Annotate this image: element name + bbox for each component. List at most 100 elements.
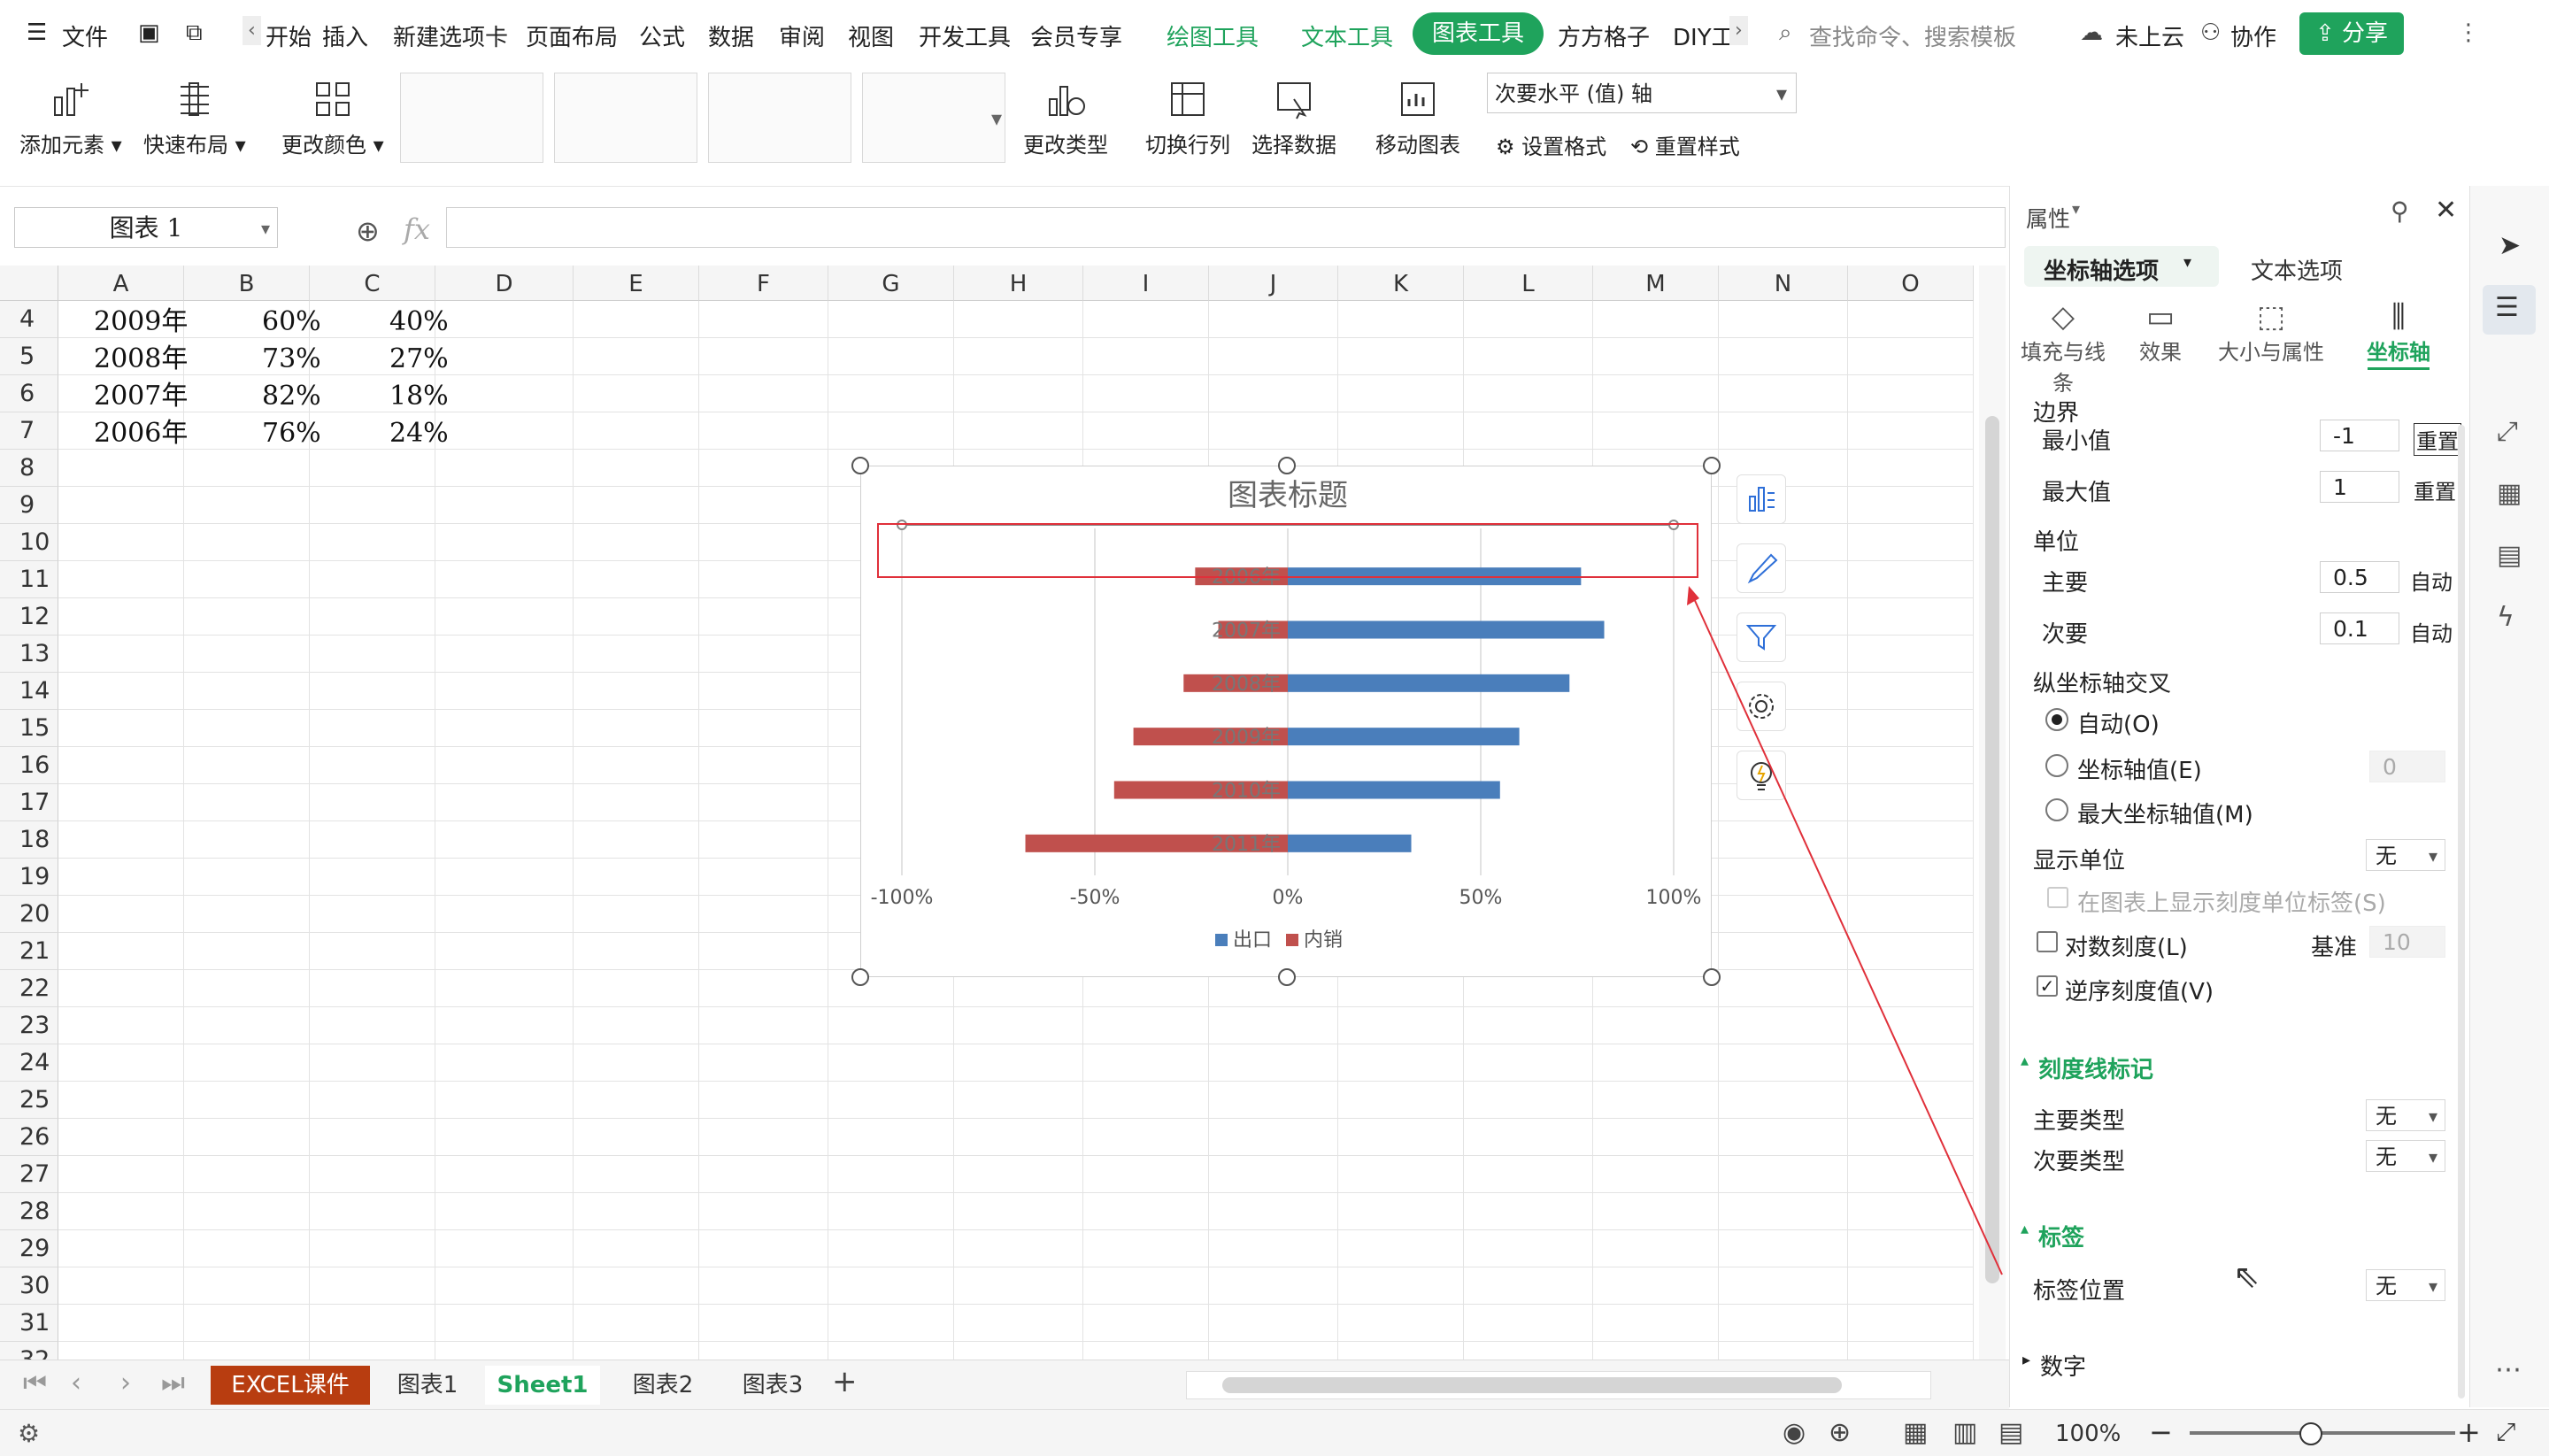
minor-type-select[interactable]: 无 <box>2366 1140 2445 1173</box>
first-sheet-icon[interactable]: ⏮ <box>23 1367 47 1398</box>
axis-highlight-box <box>877 523 1698 578</box>
horizontal-scroll-thumb[interactable] <box>1222 1377 1842 1393</box>
eye-icon[interactable]: ◉ <box>1783 1417 1806 1448</box>
major-type-label: 主要类型 <box>2033 1108 2126 1135</box>
last-sheet-icon[interactable]: ⏭ <box>161 1367 185 1398</box>
show-unit-label-text: 在图表上显示刻度单位标签(S) <box>2077 890 2386 917</box>
number-section[interactable]: 数字 <box>2040 1349 2086 1382</box>
max-reset-button[interactable]: 重置 <box>2414 474 2456 505</box>
log-scale-checkbox[interactable] <box>2037 931 2058 952</box>
axis-bars-icon: ⫼ <box>2391 299 2406 335</box>
picture-icon[interactable]: ▦ <box>2497 478 2522 509</box>
panel-scrollbar[interactable] <box>2458 425 2465 1398</box>
tab-axis-options-label: 坐标轴选项 <box>2044 258 2160 285</box>
max-input[interactable]: 1 <box>2320 471 2399 503</box>
tab-axis-options[interactable]: 坐标轴选项 ▾ <box>2024 246 2219 287</box>
minor-auto-button[interactable]: 自动 <box>2410 616 2453 647</box>
sheet-tab-chart2[interactable]: 图表2 <box>614 1366 712 1405</box>
effects-icon: ▭ <box>2145 299 2176 335</box>
normal-view-icon[interactable]: ▦ <box>1903 1417 1928 1448</box>
display-unit-select[interactable]: 无 <box>2366 839 2445 872</box>
subtab-axis-label: 坐标轴 <box>2367 340 2430 365</box>
page-layout-icon[interactable]: ▥ <box>1952 1417 1977 1448</box>
cursor-icon: ⇖ <box>2233 1259 2260 1295</box>
label-position-select[interactable]: 无 <box>2366 1269 2445 1302</box>
subtab-size-props[interactable]: ⬚ 大小与属性 <box>2214 299 2329 372</box>
cross-value-radio[interactable] <box>2045 754 2068 777</box>
properties-rail-button[interactable]: ☰ <box>2483 285 2536 335</box>
close-icon[interactable]: ✕ <box>2435 195 2457 226</box>
paint-bucket-icon: ◇ <box>2051 299 2075 335</box>
sheet-tab-chart1[interactable]: 图表1 <box>379 1366 476 1405</box>
zoom-in-icon[interactable]: + <box>2457 1415 2481 1449</box>
pin-icon[interactable]: ⚲ <box>2391 196 2409 226</box>
status-bar: ⚙ ◉ ⊕ ▦ ▥ ▤ 100% − + ⤢ <box>0 1409 2549 1456</box>
minor-unit-input[interactable]: 0.1 <box>2320 612 2399 644</box>
sheet-tab-bar: ⏮ ‹ › ⏭ EXCEL课件 图表1 Sheet1 图表2 图表3 + <box>0 1360 2009 1410</box>
reverse-order-checkbox[interactable]: ✓ <box>2037 975 2058 997</box>
fullscreen-icon[interactable]: ⤢ <box>2496 1417 2515 1447</box>
cross-value-label: 坐标轴值(E) <box>2077 758 2202 784</box>
major-unit-label: 主要 <box>2042 570 2089 597</box>
next-sheet-icon[interactable]: › <box>120 1367 131 1398</box>
cross-max-label: 最大坐标轴值(M) <box>2077 802 2253 828</box>
panel-title[interactable]: 属性 <box>2026 202 2070 234</box>
page-break-icon[interactable]: ▤ <box>1998 1417 2023 1448</box>
active-subtab-indicator <box>2368 367 2430 370</box>
subtab-axis[interactable]: ⫼ 坐标轴 <box>2350 299 2447 372</box>
add-sheet-icon[interactable]: + <box>832 1364 858 1399</box>
annotation-arrow <box>1691 594 2003 1275</box>
subtab-effects[interactable]: ▭ 效果 <box>2125 299 2196 372</box>
collapse-icon[interactable]: ▴ <box>2021 1052 2029 1070</box>
expand-icon[interactable]: ▸ <box>2022 1351 2030 1369</box>
chevron-down-icon: ▾ <box>2183 253 2192 272</box>
transform-icon[interactable]: ⤢ <box>2497 416 2518 447</box>
arrowhead-icon <box>1687 586 1699 605</box>
cross-heading: 纵坐标轴交叉 <box>2033 671 2172 697</box>
book-icon[interactable]: ▤ <box>2497 540 2522 571</box>
prev-sheet-icon[interactable]: ‹ <box>71 1367 81 1398</box>
zoom-slider-track[interactable] <box>2190 1431 2455 1435</box>
display-unit-label: 显示单位 <box>2033 848 2126 874</box>
cross-value-input[interactable]: 0 <box>2369 751 2445 782</box>
major-unit-input[interactable]: 0.5 <box>2320 561 2399 593</box>
reverse-order-label: 逆序刻度值(V) <box>2065 979 2214 1005</box>
crosshair-icon[interactable]: ⊕ <box>1829 1417 1851 1448</box>
subtab-fill-line[interactable]: ◇ 填充与线条 <box>2019 299 2107 396</box>
cross-auto-label: 自动(O) <box>2077 712 2160 738</box>
flash-icon[interactable]: ϟ <box>2497 602 2514 633</box>
tick-marks-section[interactable]: 刻度线标记 <box>2038 1052 2153 1084</box>
units-heading: 单位 <box>2033 529 2080 556</box>
macro-icon[interactable]: ⚙ <box>18 1419 40 1448</box>
zoom-level[interactable]: 100% <box>2055 1421 2121 1447</box>
horizontal-scrollbar[interactable] <box>1186 1371 1931 1399</box>
cross-auto-radio[interactable] <box>2045 708 2068 731</box>
base-label: 基准 <box>2311 935 2358 961</box>
sheet-tab-chart3[interactable]: 图表3 <box>724 1366 821 1405</box>
size-icon: ⬚ <box>2256 299 2286 335</box>
sheet-tab-sheet1[interactable]: Sheet1 <box>485 1366 600 1405</box>
min-reset-button[interactable]: 重置 <box>2414 423 2461 456</box>
tab-text-options[interactable]: 文本选项 <box>2251 253 2343 286</box>
show-unit-label-checkbox[interactable] <box>2047 887 2068 908</box>
base-input[interactable]: 10 <box>2369 926 2445 958</box>
sheet-tab-excel-course[interactable]: EXCEL课件 <box>211 1366 370 1405</box>
max-label: 最大值 <box>2042 480 2112 506</box>
select-arrow-icon[interactable]: ➤ <box>2499 230 2521 261</box>
minor-type-label: 次要类型 <box>2033 1149 2126 1175</box>
minor-unit-label: 次要 <box>2042 621 2089 648</box>
collapse-icon[interactable]: ▴ <box>2021 1220 2029 1238</box>
log-scale-label: 对数刻度(L) <box>2065 935 2188 961</box>
labels-section[interactable]: 标签 <box>2038 1220 2084 1252</box>
major-type-select[interactable]: 无 <box>2366 1099 2445 1132</box>
min-input[interactable]: -1 <box>2320 420 2399 451</box>
subtab-effects-label: 效果 <box>2139 340 2182 365</box>
chevron-down-icon: ▾ <box>2072 200 2081 219</box>
major-auto-button[interactable]: 自动 <box>2410 565 2453 596</box>
zoom-slider-thumb[interactable] <box>2299 1422 2322 1445</box>
label-position-label: 标签位置 <box>2033 1278 2126 1305</box>
side-rail: ➤ ☰ ⤢ ▦ ▤ ϟ ⋯ <box>2469 186 2549 1407</box>
more-icon[interactable]: ⋯ <box>2495 1354 2522 1385</box>
zoom-out-icon[interactable]: − <box>2149 1415 2173 1449</box>
cross-max-radio[interactable] <box>2045 798 2068 821</box>
